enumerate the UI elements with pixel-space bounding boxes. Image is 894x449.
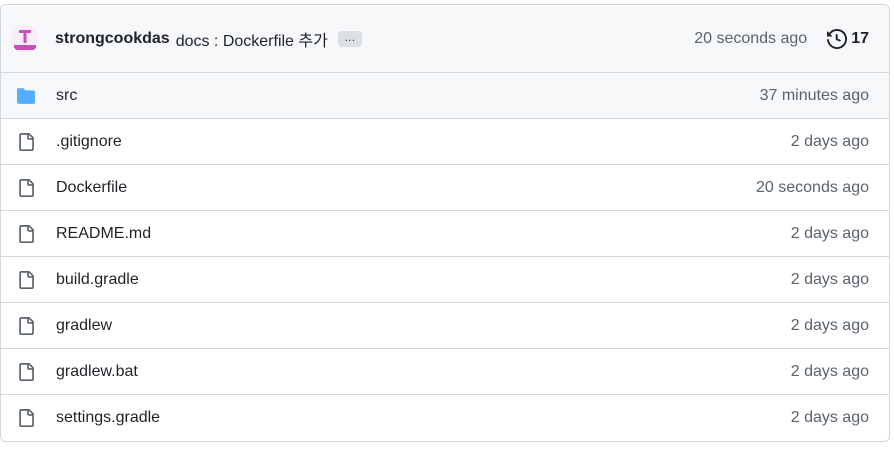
file-name-link[interactable]: settings.gradle — [56, 409, 160, 427]
file-icon — [16, 408, 36, 428]
commit-time[interactable]: 20 seconds ago — [694, 30, 807, 48]
commit-author-link[interactable]: strongcookdas — [55, 30, 170, 48]
file-list: src 37 minutes ago .gitignore 2 days ago… — [1, 73, 889, 441]
file-row-src[interactable]: src 37 minutes ago — [1, 73, 889, 119]
file-icon — [16, 316, 36, 336]
file-commit-time[interactable]: 2 days ago — [791, 133, 869, 151]
file-row-gradlew-bat[interactable]: gradlew.bat 2 days ago — [1, 349, 889, 395]
file-icon — [16, 270, 36, 290]
file-name-link[interactable]: README.md — [56, 225, 151, 243]
commit-message-link[interactable]: docs : Dockerfile 추가 — [176, 27, 328, 51]
file-icon — [16, 178, 36, 198]
file-commit-time[interactable]: 2 days ago — [791, 225, 869, 243]
file-row-dockerfile[interactable]: Dockerfile 20 seconds ago — [1, 165, 889, 211]
history-icon — [827, 28, 848, 49]
file-row-settings-gradle[interactable]: settings.gradle 2 days ago — [1, 395, 889, 441]
file-commit-time[interactable]: 37 minutes ago — [760, 87, 869, 105]
commit-history-link[interactable]: 17 — [827, 28, 869, 49]
expand-commit-message-button[interactable]: … — [337, 30, 362, 47]
avatar-identicon-icon — [11, 24, 39, 53]
file-icon — [16, 224, 36, 244]
file-row-gitignore[interactable]: .gitignore 2 days ago — [1, 119, 889, 165]
file-name-link[interactable]: Dockerfile — [56, 179, 127, 197]
file-commit-time[interactable]: 2 days ago — [791, 317, 869, 335]
file-name-link[interactable]: .gitignore — [56, 133, 122, 151]
file-icon — [16, 132, 36, 152]
file-name-link[interactable]: src — [56, 87, 77, 105]
file-name-link[interactable]: build.gradle — [56, 271, 139, 289]
history-count: 17 — [851, 29, 869, 47]
file-row-gradlew[interactable]: gradlew 2 days ago — [1, 303, 889, 349]
file-commit-time[interactable]: 2 days ago — [791, 363, 869, 381]
avatar[interactable] — [11, 24, 39, 53]
folder-icon — [16, 86, 36, 106]
file-name-link[interactable]: gradlew — [56, 317, 112, 335]
repo-file-browser: strongcookdas docs : Dockerfile 추가 … 20 … — [0, 4, 890, 442]
file-row-readme[interactable]: README.md 2 days ago — [1, 211, 889, 257]
file-commit-time[interactable]: 2 days ago — [791, 271, 869, 289]
file-row-build-gradle[interactable]: build.gradle 2 days ago — [1, 257, 889, 303]
file-name-link[interactable]: gradlew.bat — [56, 363, 138, 381]
file-commit-time[interactable]: 20 seconds ago — [756, 179, 869, 197]
file-commit-time[interactable]: 2 days ago — [791, 409, 869, 427]
latest-commit-bar: strongcookdas docs : Dockerfile 추가 … 20 … — [1, 5, 889, 73]
file-icon — [16, 362, 36, 382]
